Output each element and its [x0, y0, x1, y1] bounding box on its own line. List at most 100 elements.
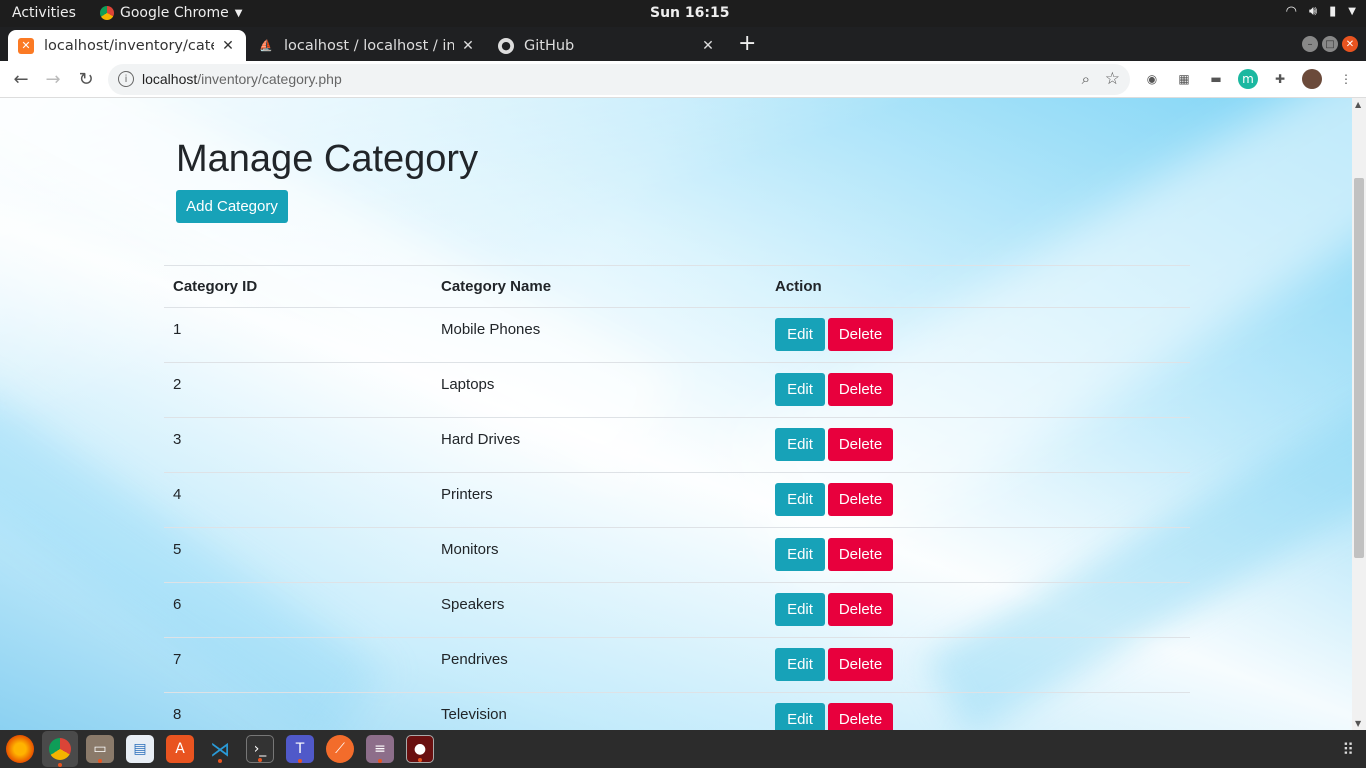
postman-icon[interactable]: ⟋ [326, 735, 354, 763]
column-header: Category ID [164, 265, 432, 308]
category-table: Category ID Category Name Action 1 Mobile… [164, 265, 1190, 730]
zoom-icon[interactable]: ⌕ [1082, 70, 1090, 88]
category-id: 5 [164, 527, 432, 583]
delete-button[interactable]: Delete [828, 538, 893, 571]
back-button[interactable]: ← [10, 68, 32, 90]
reload-button[interactable]: ↻ [75, 68, 97, 90]
chevron-down-icon: ▼ [234, 7, 243, 19]
delete-button[interactable]: Delete [828, 593, 893, 626]
tab-category[interactable]: ✕ localhost/inventory/categ ✕ [8, 30, 246, 61]
action-cell: Edit Delete [766, 307, 1190, 363]
extension-icon[interactable]: ◉ [1142, 69, 1162, 89]
column-header: Action [766, 265, 1190, 308]
minimize-button[interactable]: – [1302, 36, 1318, 52]
bookmark-star-icon[interactable]: ☆ [1105, 69, 1120, 89]
delete-button[interactable]: Delete [828, 483, 893, 516]
close-icon[interactable]: ✕ [220, 38, 236, 54]
scroll-up-icon[interactable]: ▲ [1355, 100, 1361, 109]
tab-github[interactable]: ● GitHub ✕ [488, 30, 726, 61]
dock: ▭ ▤ A ⋊ ›_ T ⟋ ≡ ● ⠿ [0, 730, 1366, 768]
table-row: 2 Laptops Edit Delete [164, 362, 1190, 418]
scrollbar-thumb[interactable] [1354, 178, 1364, 558]
category-id: 8 [173, 706, 182, 723]
address-bar[interactable]: i localhost/inventory/category.php ⌕ ☆ [108, 64, 1130, 95]
extension-icon[interactable]: ▬ [1206, 69, 1226, 89]
edit-button[interactable]: Edit [775, 483, 825, 516]
chrome-icon [100, 6, 114, 20]
app-menu[interactable]: Google Chrome ▼ [100, 5, 242, 21]
files-icon[interactable]: ▭ [86, 735, 114, 763]
delete-button[interactable]: Delete [828, 703, 893, 730]
table-row: 7 Pendrives Edit Delete [164, 637, 1190, 693]
tab-title: localhost / localhost / inve [284, 37, 454, 54]
menu-icon[interactable]: ⋮ [1336, 69, 1356, 89]
screen-recorder-icon[interactable]: ● [406, 735, 434, 763]
edit-button[interactable]: Edit [775, 428, 825, 461]
scroll-down-icon[interactable]: ▼ [1355, 719, 1361, 728]
info-icon[interactable]: i [118, 71, 134, 87]
delete-button[interactable]: Delete [828, 648, 893, 681]
system-top-bar: Activities Google Chrome ▼ Sun 16:15 ◠ 🔊… [0, 0, 1366, 27]
category-name: Hard Drives [432, 417, 766, 473]
edit-button[interactable]: Edit [775, 593, 825, 626]
category-name: Television [441, 706, 507, 723]
writer-icon[interactable]: ▤ [126, 735, 154, 763]
puzzle-icon[interactable]: ✚ [1270, 69, 1290, 89]
column-header: Category Name [432, 265, 766, 308]
vscode-icon[interactable]: ⋊ [206, 735, 234, 763]
tab-phpmyadmin[interactable]: ⛵ localhost / localhost / inve ✕ [248, 30, 486, 61]
table-row: 5 Monitors Edit Delete [164, 527, 1190, 583]
extension-icon[interactable]: m [1238, 69, 1258, 89]
browser-toolbar: ← → ↻ i localhost/inventory/category.php… [0, 61, 1366, 98]
database-icon[interactable]: ≡ [366, 735, 394, 763]
edit-button[interactable]: Edit [775, 538, 825, 571]
extension-icon[interactable]: ▦ [1174, 69, 1194, 89]
page-viewport: Manage Category Add Category Category ID… [0, 98, 1352, 730]
maximize-button[interactable]: □ [1322, 36, 1338, 52]
edit-button[interactable]: Edit [775, 373, 825, 406]
chrome-dock-icon[interactable] [42, 731, 78, 767]
clock[interactable]: Sun 16:15 [650, 5, 729, 21]
category-name: Speakers [432, 582, 766, 638]
close-icon[interactable]: ✕ [700, 38, 716, 54]
delete-button[interactable]: Delete [828, 428, 893, 461]
avatar[interactable] [1302, 69, 1322, 89]
category-name: Pendrives [432, 637, 766, 693]
delete-button[interactable]: Delete [828, 318, 893, 351]
system-tray[interactable]: ◠ 🔊︎ ▮ ▼ [1286, 4, 1356, 19]
activities-button[interactable]: Activities [12, 5, 76, 21]
add-category-button[interactable]: Add Category [176, 190, 288, 223]
teams-icon[interactable]: T [286, 735, 314, 763]
url-text[interactable]: localhost/inventory/category.php [142, 71, 342, 87]
action-cell: Edit Delete [766, 362, 1190, 418]
category-id: 6 [164, 582, 432, 638]
app-grid-icon[interactable]: ⠿ [1342, 740, 1354, 759]
action-cell: Edit Delete [766, 693, 1190, 730]
close-icon[interactable]: ✕ [460, 38, 476, 54]
edit-button[interactable]: Edit [775, 318, 825, 351]
category-id: 4 [164, 472, 432, 528]
firefox-icon[interactable] [6, 735, 34, 763]
tab-title: localhost/inventory/categ [44, 37, 214, 54]
volume-icon: 🔊︎ [1308, 4, 1318, 19]
category-id: 3 [164, 417, 432, 473]
action-cell: Edit Delete [766, 637, 1190, 693]
scrollbar[interactable]: ▲ ▼ [1352, 98, 1366, 730]
delete-button[interactable]: Delete [828, 373, 893, 406]
action-cell: Edit Delete [766, 527, 1190, 583]
new-tab-button[interactable]: + [738, 33, 756, 55]
category-name: Mobile Phones [432, 307, 766, 363]
edit-button[interactable]: Edit [775, 648, 825, 681]
category-id: 1 [164, 307, 432, 363]
battery-icon: ▮ [1329, 4, 1337, 19]
edit-button[interactable]: Edit [775, 703, 825, 730]
table-row: 1 Mobile Phones Edit Delete [164, 307, 1190, 363]
terminal-icon[interactable]: ›_ [246, 735, 274, 763]
tab-strip: ✕ localhost/inventory/categ ✕ ⛵ localhos… [0, 27, 1366, 61]
close-window-button[interactable]: ✕ [1342, 36, 1358, 52]
software-icon[interactable]: A [166, 735, 194, 763]
chevron-down-icon: ▼ [1348, 6, 1356, 17]
phpmyadmin-icon: ⛵ [259, 39, 273, 52]
forward-button[interactable]: → [42, 68, 64, 90]
category-name: Monitors [432, 527, 766, 583]
